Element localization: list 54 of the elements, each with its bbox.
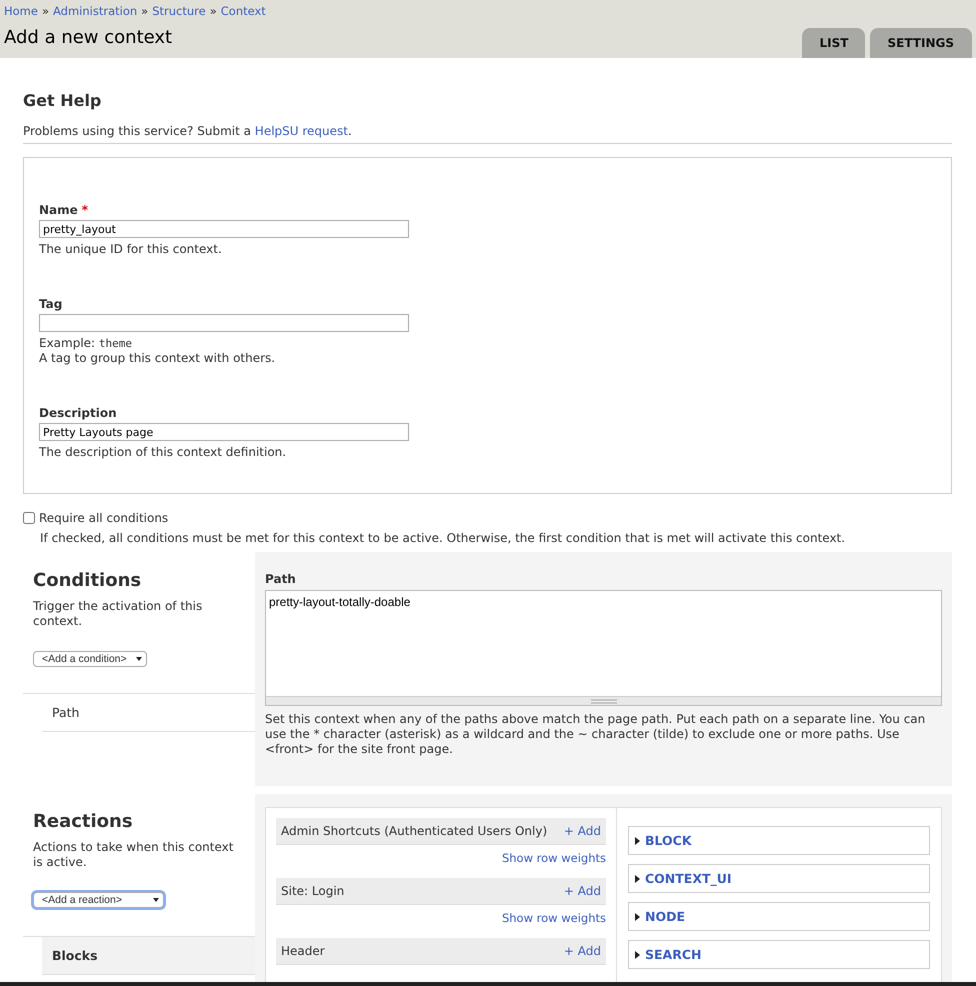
checkbox-label: Require all conditions (39, 511, 168, 525)
vertical-tab[interactable]: Blocks (42, 937, 255, 975)
breadcrumb-separator: » (141, 4, 148, 18)
section-heading: Conditions (33, 570, 142, 591)
expand-triangle-icon (635, 912, 640, 920)
section-heading: Reactions (33, 811, 134, 832)
field-label: Path (265, 572, 297, 586)
expand-triangle-icon (635, 950, 640, 958)
collapsible-group[interactable]: SEARCH (628, 940, 930, 969)
breadcrumb-separator: » (42, 4, 50, 18)
resize-handle[interactable] (266, 696, 941, 705)
grip-icon (590, 698, 616, 704)
region-name: Site: Login (281, 884, 344, 898)
add-condition-select[interactable]: <Add a condition> (33, 651, 147, 667)
expand-triangle-icon (635, 836, 640, 844)
input-field[interactable]: pretty_layout (39, 220, 409, 238)
field-label: Name * (39, 203, 90, 217)
checkbox[interactable] (23, 512, 35, 524)
tab[interactable]: SETTINGS (870, 28, 972, 58)
input-field[interactable]: Pretty Layouts page (39, 423, 409, 441)
expand-triangle-icon (635, 874, 640, 882)
help-text: Problems using this service? Submit a HelpSU request. (23, 124, 353, 138)
field-description: A tag to group this context with others. (39, 351, 276, 366)
show-row-weights-link[interactable]: Show row weights (502, 911, 606, 925)
region-name: Admin Shortcuts (Authenticated Users Only) (281, 824, 548, 838)
breadcrumb-separator: » (210, 4, 217, 18)
add-link[interactable]: + Add (564, 824, 601, 838)
add-reaction-select[interactable]: <Add a reaction> (33, 892, 164, 908)
field-description: The unique ID for this context. (39, 242, 223, 257)
collapsible-group[interactable]: CONTEXT_UI (628, 864, 930, 893)
section-description: Trigger the activation of this context. (33, 599, 204, 629)
input-field[interactable] (39, 314, 409, 332)
tab[interactable]: LIST (802, 28, 864, 58)
section-description: Actions to take when this context is active. (33, 840, 234, 870)
region-name: Header (281, 944, 325, 958)
breadcrumb-link[interactable]: Administration (53, 4, 138, 18)
add-link[interactable]: + Add (564, 884, 601, 898)
field-description: The description of this context definition. (39, 445, 288, 460)
breadcrumb-link[interactable]: Structure (152, 4, 206, 18)
add-link[interactable]: + Add (564, 944, 601, 958)
breadcrumb-link[interactable]: Home (4, 4, 38, 18)
collapsible-group[interactable]: BLOCK (628, 826, 930, 855)
page-title: Add a new context (4, 27, 172, 48)
section-heading: Get Help (23, 91, 102, 110)
field-label: Tag (39, 297, 64, 311)
show-row-weights-link[interactable]: Show row weights (502, 851, 606, 865)
breadcrumb-link[interactable]: Context (220, 4, 266, 18)
collapsible-group[interactable]: NODE (628, 902, 930, 931)
helpsu-link[interactable]: HelpSU request (254, 124, 348, 138)
field-label: Description (39, 406, 118, 420)
example-text: Example: theme (39, 336, 134, 351)
checkbox-description: If checked, all conditions must be met for this context to be active. Otherwise, the first condition that is met will activate this context. (40, 531, 846, 545)
path-textarea[interactable]: pretty-layout-totally-doable (266, 591, 941, 696)
field-description: Set this context when any of the paths above match the page path. Put each path on a separate line. You can use the * character (asterisk) as a wildcard and the ~ character (tilde) to exclude one or more paths. Use <front> for the site front page. (265, 712, 926, 757)
